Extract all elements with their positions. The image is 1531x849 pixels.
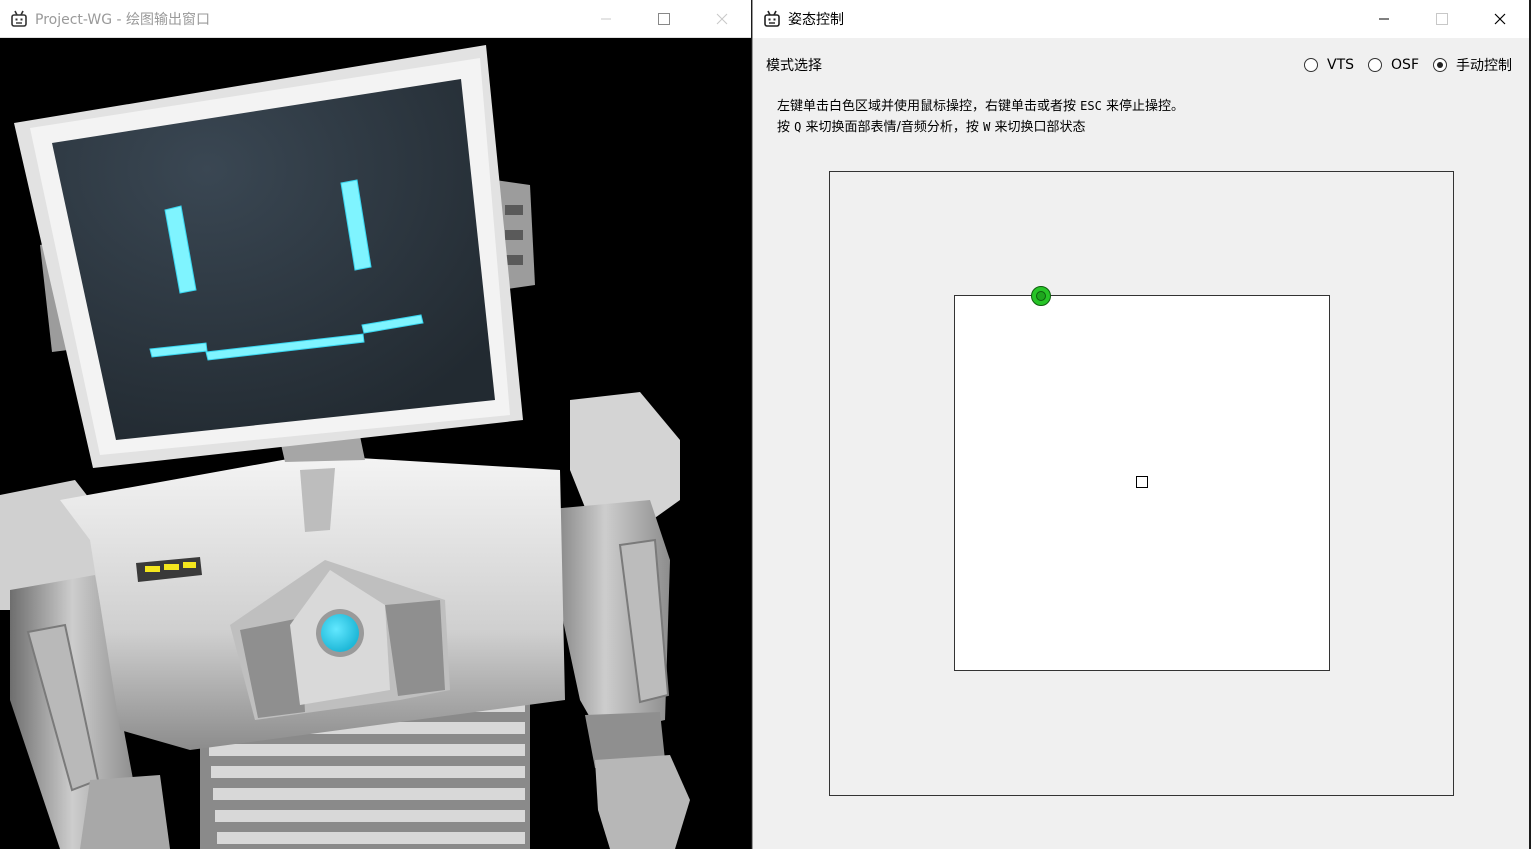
radio-button-icon[interactable]: [1304, 58, 1319, 72]
instruction-text: 来停止操控。: [1105, 99, 1184, 114]
render-window-titlebar[interactable]: Project-WG - 绘图输出窗口: [0, 0, 751, 38]
key-esc: ESC: [1080, 99, 1102, 113]
maximize-button[interactable]: [635, 0, 693, 38]
render-viewport: [0, 38, 751, 849]
center-marker: [1136, 476, 1148, 488]
pose-cursor-handle[interactable]: [1031, 286, 1051, 306]
instruction-text: 来切换口部状态: [994, 120, 1086, 135]
maximize-icon: [1436, 13, 1448, 25]
key-q: Q: [794, 120, 802, 134]
close-icon: [1494, 13, 1506, 25]
control-window-titlebar[interactable]: 姿态控制: [753, 0, 1529, 38]
pose-control-area[interactable]: [954, 286, 1330, 671]
instruction-text: 来切换面部表情/音频分析，按: [805, 120, 979, 135]
robot-face-screen: [52, 79, 495, 440]
mode-radio-vts[interactable]: VTS: [1304, 57, 1354, 73]
instruction-line-1: 左键单击白色区域并使用鼠标操控，右键单击或者按 ESC 来停止操控。: [777, 96, 1184, 117]
minimize-button[interactable]: [1355, 0, 1413, 38]
instruction-line-2: 按 Q 来切换面部表情/音频分析，按 W 来切换口部状态: [777, 117, 1184, 138]
pose-control-window: 姿态控制 模式选择 VTS OSF 手动控制 左键单击白色区域并使用鼠标操控，右…: [752, 0, 1529, 849]
chest-light: [321, 614, 359, 652]
mode-radio-group: VTS OSF 手动控制: [1290, 55, 1512, 75]
mode-radio-label: VTS: [1327, 57, 1355, 73]
robot-icon: [11, 10, 27, 27]
render-window-title: Project-WG - 绘图输出窗口: [35, 11, 211, 28]
render-output-window: Project-WG - 绘图输出窗口: [0, 0, 751, 849]
control-bounds-frame: [829, 171, 1454, 796]
robot-icon: [764, 10, 780, 27]
instruction-text: 按: [777, 120, 791, 135]
close-button[interactable]: [1471, 0, 1529, 38]
mode-radio-osf[interactable]: OSF: [1368, 57, 1419, 73]
radio-button-selected-icon[interactable]: [1433, 58, 1447, 72]
robot-head: [14, 45, 535, 468]
mode-radio-label: OSF: [1391, 57, 1419, 73]
control-window-title: 姿态控制: [788, 12, 844, 28]
maximize-button[interactable]: [1413, 0, 1471, 38]
radio-button-icon[interactable]: [1368, 58, 1383, 72]
mode-select-label: 模式选择: [766, 58, 822, 74]
robot-torso: [60, 455, 565, 750]
instruction-text: 左键单击白色区域并使用鼠标操控，右键单击或者按: [777, 99, 1077, 114]
minimize-button[interactable]: [577, 0, 635, 38]
minimize-icon: [1379, 18, 1389, 20]
mode-radio-label: 手动控制: [1456, 58, 1512, 74]
key-w: W: [983, 120, 991, 134]
close-icon: [716, 13, 728, 25]
maximize-icon: [658, 13, 670, 25]
close-button[interactable]: [693, 0, 751, 38]
minimize-icon: [601, 18, 611, 20]
mode-radio-manual[interactable]: 手动控制: [1433, 55, 1512, 75]
robot-render: [0, 45, 690, 849]
instructions-text: 左键单击白色区域并使用鼠标操控，右键单击或者按 ESC 来停止操控。 按 Q 来…: [777, 96, 1184, 138]
